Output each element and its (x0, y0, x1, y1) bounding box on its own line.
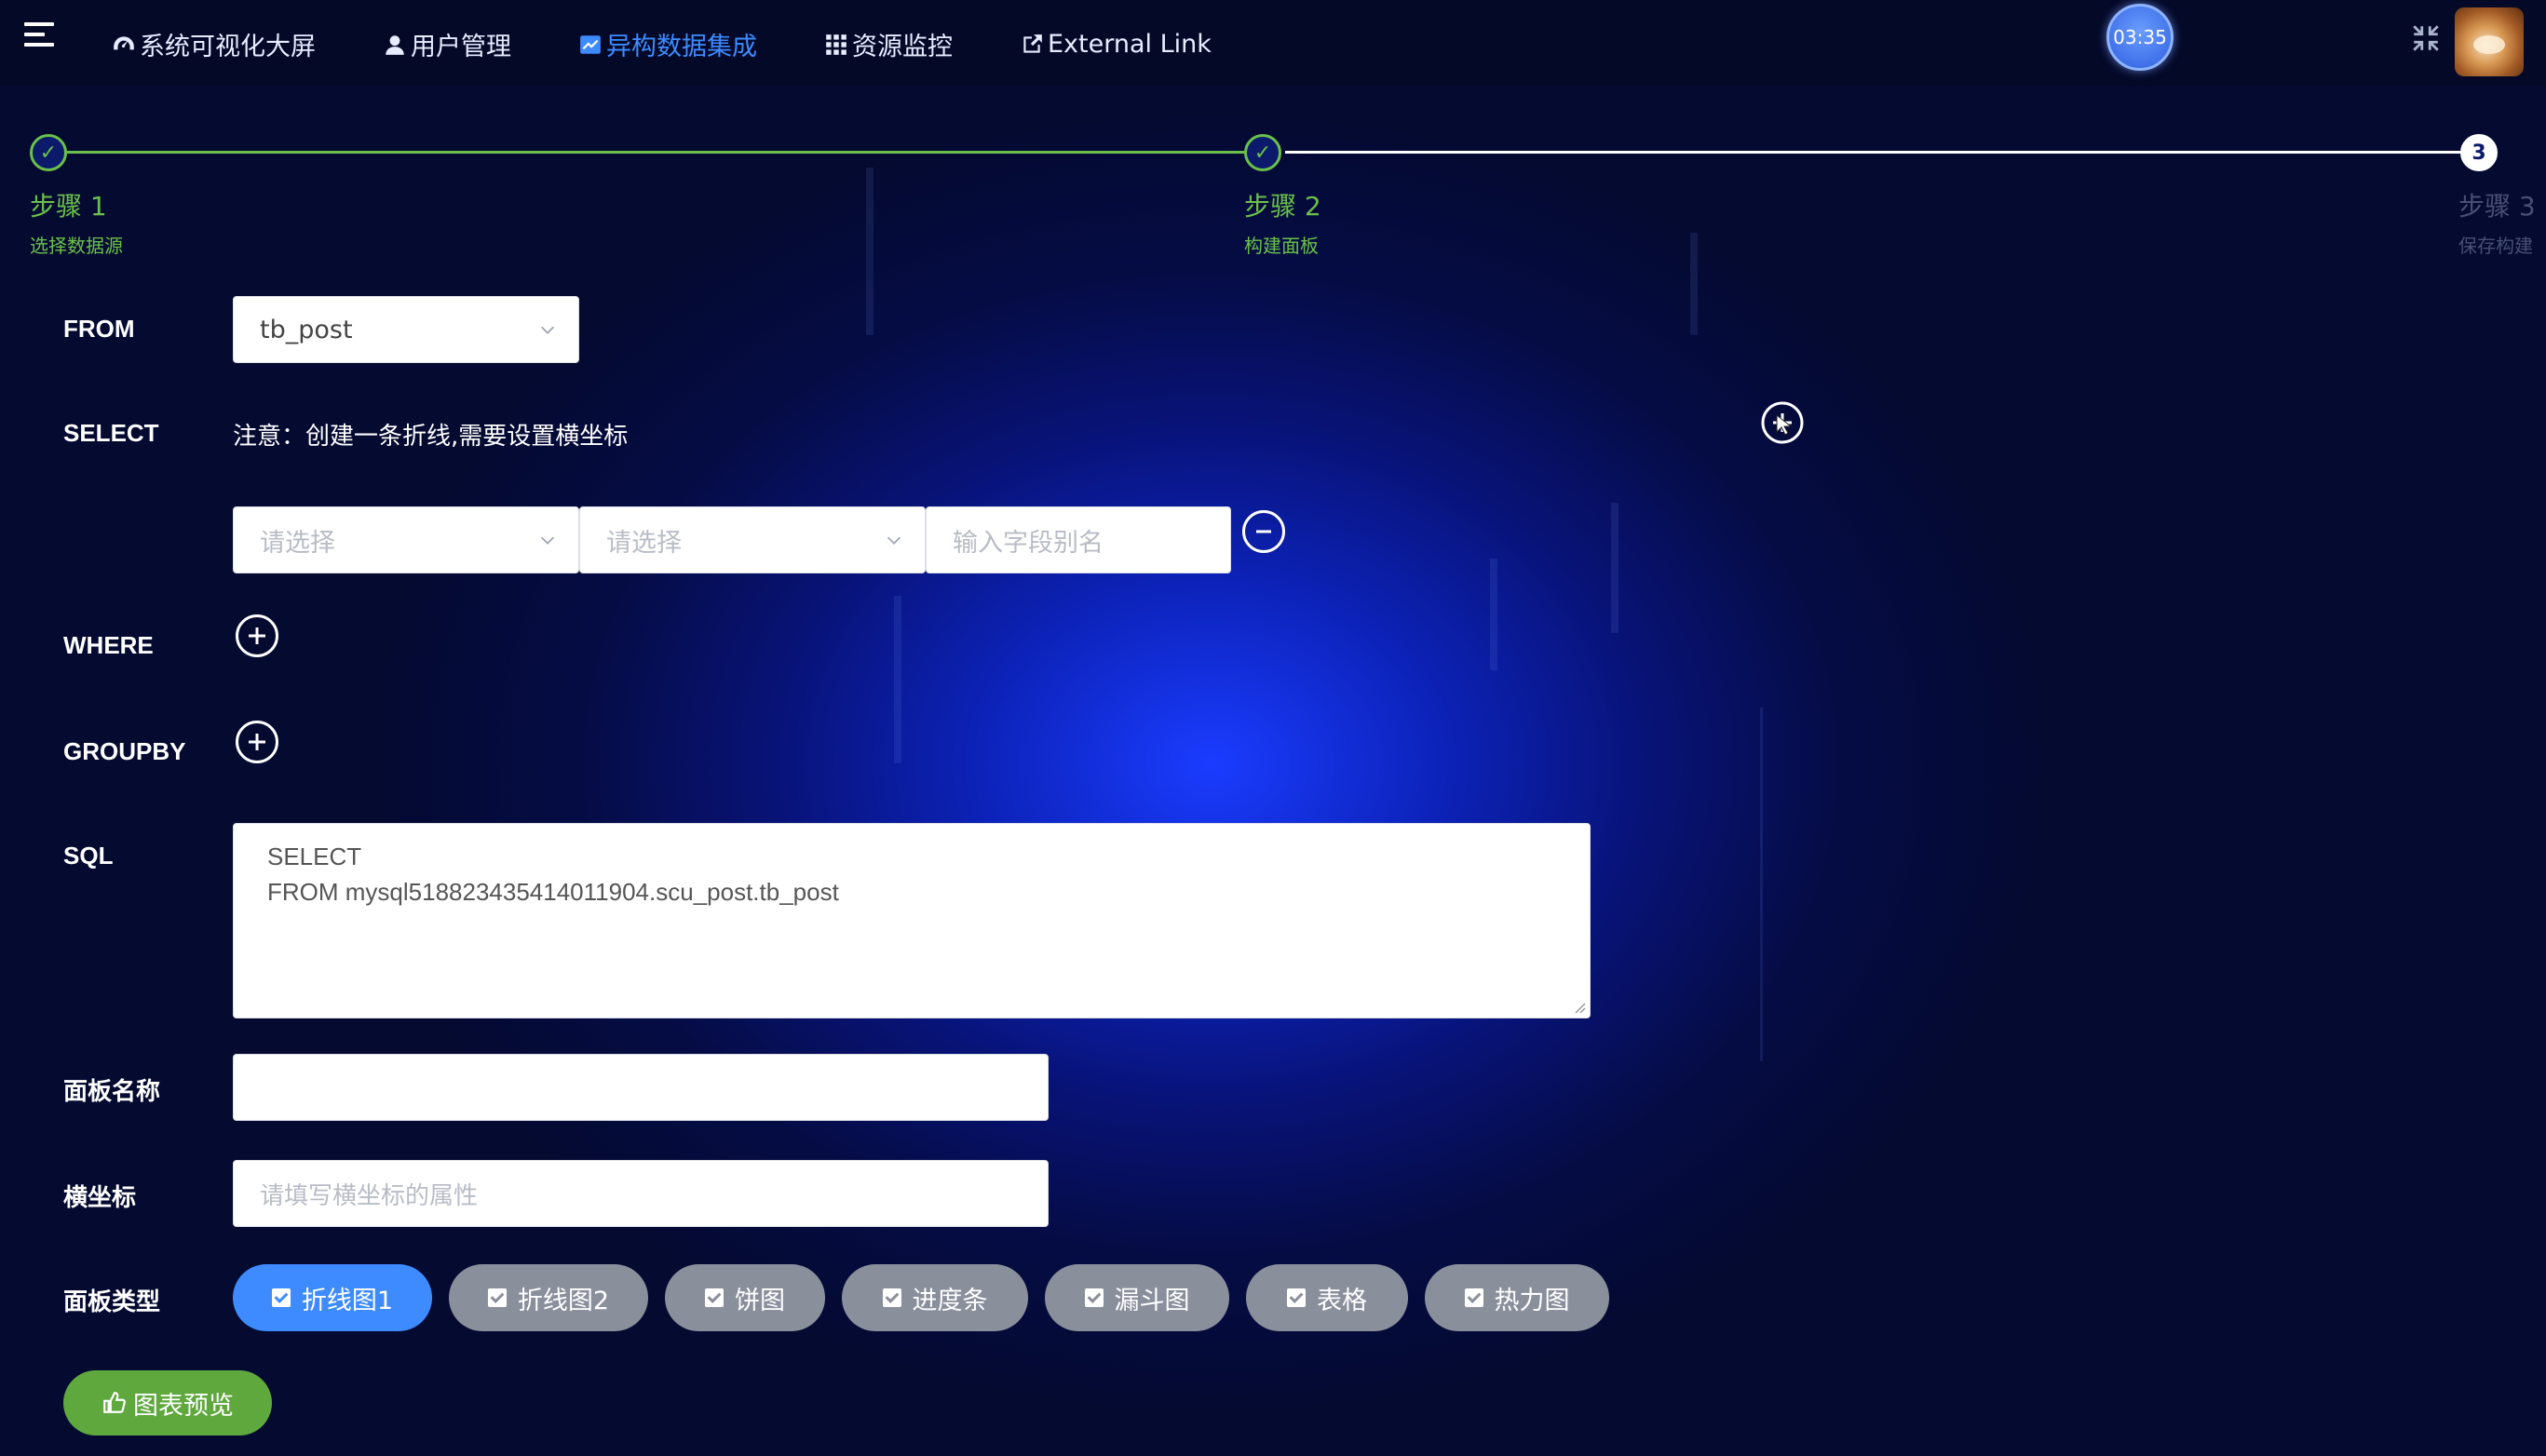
chip-label: 进度条 (912, 1286, 988, 1315)
select-note: 注意：创建一条折线,需要设置横坐标 (233, 423, 629, 451)
nav-item-users[interactable]: 用户管理 (383, 26, 511, 62)
panel-type-funnel[interactable]: 漏斗图 (1045, 1264, 1229, 1331)
from-select[interactable]: tb_post (233, 296, 579, 363)
nav-item-label: 资源监控 (852, 33, 953, 61)
chip-label: 漏斗图 (1114, 1286, 1190, 1315)
nav-item-resource-monitor[interactable]: 资源监控 (824, 26, 953, 62)
panel-name-input[interactable] (233, 1054, 1049, 1121)
chip-label: 饼图 (735, 1286, 785, 1315)
step-connector-todo (1285, 151, 2460, 154)
step-3-title: 步骤 3 (2458, 191, 2536, 222)
nav-item-label: External Link (1048, 30, 1212, 59)
step-2-desc: 构建面板 (1244, 235, 1319, 257)
xaxis-label: 横坐标 (63, 1183, 137, 1211)
sql-line: FROM mysql518823435414011904.scu_post.tb… (267, 878, 839, 906)
timer-badge[interactable]: 03:35 (2106, 4, 2174, 71)
panel-type-heatmap[interactable]: 热力图 (1425, 1264, 1609, 1331)
step-3-desc: 保存构建 (2458, 235, 2533, 257)
nav-item-data-integration[interactable]: 异构数据集成 (578, 26, 757, 62)
external-link-icon (1023, 34, 1042, 53)
step-2-title: 步骤 2 (1244, 191, 1321, 222)
add-where-button[interactable] (236, 614, 278, 657)
main-nav: 系统可视化大屏 用户管理 异构数据集成 资源监控 External Link (112, 26, 1279, 62)
dashboard-icon (114, 35, 134, 49)
checkbox-icon (1287, 1288, 1306, 1307)
field-alias-input[interactable]: 输入字段别名 (926, 506, 1231, 573)
panel-type-table[interactable]: 表格 (1246, 1264, 1408, 1331)
thumbs-up-icon (103, 1392, 126, 1413)
groupby-label: GROUPBY (63, 737, 186, 765)
select-label: SELECT (63, 419, 159, 447)
chart-preview-button[interactable]: 图表预览 (63, 1370, 272, 1436)
grid-icon (826, 34, 846, 55)
top-navbar: 系统可视化大屏 用户管理 异构数据集成 资源监控 External Link 0… (0, 0, 2546, 86)
nav-item-label: 用户管理 (411, 33, 511, 61)
preview-button-label: 图表预览 (133, 1391, 234, 1421)
exit-fullscreen-icon[interactable] (2410, 22, 2442, 54)
chip-label: 热力图 (1494, 1286, 1570, 1315)
nav-item-external-link[interactable]: External Link (1020, 26, 1212, 62)
step-1-check-icon: ✓ (30, 134, 67, 171)
plus-icon (249, 734, 265, 750)
step-1-desc: 选择数据源 (30, 235, 123, 257)
steps-progress: ✓ 步骤 1 选择数据源 ✓ 步骤 2 构建面板 3 步骤 3 保存构建 (0, 127, 2546, 266)
step-2-check-icon: ✓ (1244, 134, 1281, 171)
step-3-number: 3 (2460, 134, 2498, 171)
checkbox-icon (271, 1288, 291, 1307)
avatar[interactable] (2455, 7, 2524, 76)
panel-type-line2[interactable]: 折线图2 (449, 1264, 648, 1331)
from-select-value: tb_post (260, 315, 353, 344)
checkbox-icon (487, 1288, 507, 1307)
user-icon (386, 34, 404, 55)
checkbox-icon (705, 1288, 724, 1307)
xaxis-placeholder: 请填写横坐标的属性 (260, 1181, 479, 1210)
menu-toggle-icon[interactable] (24, 22, 54, 48)
panel-type-pie[interactable]: 饼图 (665, 1264, 825, 1331)
chip-label: 折线图1 (301, 1286, 394, 1315)
select-function-dropdown[interactable]: 请选择 (579, 506, 926, 573)
panel-type-line1[interactable]: 折线图1 (233, 1264, 432, 1331)
where-label: WHERE (63, 631, 154, 659)
panel-type-label: 面板类型 (63, 1287, 161, 1315)
remove-field-button[interactable] (1242, 510, 1285, 553)
checkbox-icon (882, 1288, 901, 1307)
from-label: FROM (63, 315, 135, 343)
add-groupby-button[interactable] (236, 721, 278, 763)
step-connector-done (50, 151, 1244, 154)
checkbox-icon (1084, 1288, 1104, 1307)
panel-type-progress[interactable]: 进度条 (842, 1264, 1028, 1331)
plus-icon (249, 627, 265, 644)
checkbox-icon (1464, 1288, 1483, 1307)
nav-item-dashboard[interactable]: 系统可视化大屏 (112, 26, 316, 62)
chart-icon (580, 34, 601, 54)
select-field-placeholder: 请选择 (260, 528, 335, 558)
step-1-title: 步骤 1 (30, 191, 107, 222)
add-circle-cursor-icon[interactable] (1760, 400, 1805, 445)
nav-item-label: 系统可视化大屏 (140, 33, 316, 61)
resize-handle-icon[interactable] (1571, 999, 1586, 1014)
chip-label: 折线图2 (517, 1286, 610, 1315)
sql-label: SQL (63, 842, 114, 870)
sql-line: SELECT (267, 843, 362, 870)
sql-textarea[interactable]: SELECT FROM mysql518823435414011904.scu_… (233, 823, 1591, 1018)
field-alias-placeholder: 输入字段别名 (953, 528, 1104, 558)
chip-label: 表格 (1317, 1286, 1367, 1315)
select-field-dropdown[interactable]: 请选择 (233, 506, 579, 573)
panel-name-label: 面板名称 (63, 1077, 161, 1105)
nav-item-label: 异构数据集成 (606, 33, 757, 61)
select-function-placeholder: 请选择 (606, 528, 682, 558)
minus-icon (1256, 530, 1271, 533)
xaxis-input[interactable]: 请填写横坐标的属性 (233, 1160, 1049, 1227)
chevron-down-icon (540, 536, 555, 545)
chevron-down-icon (887, 536, 901, 545)
chevron-down-icon (540, 326, 555, 334)
